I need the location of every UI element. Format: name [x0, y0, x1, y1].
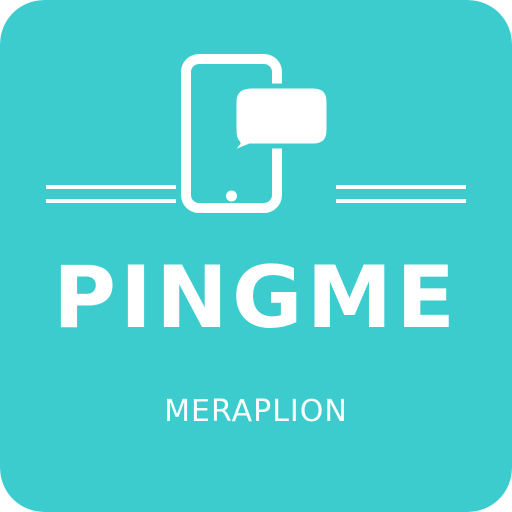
app-name: PINGME	[53, 248, 459, 348]
speech-bubble-icon	[225, 83, 332, 158]
app-icon: PINGME MERAPLION	[0, 0, 512, 512]
developer-name: MERAPLION	[164, 394, 348, 429]
